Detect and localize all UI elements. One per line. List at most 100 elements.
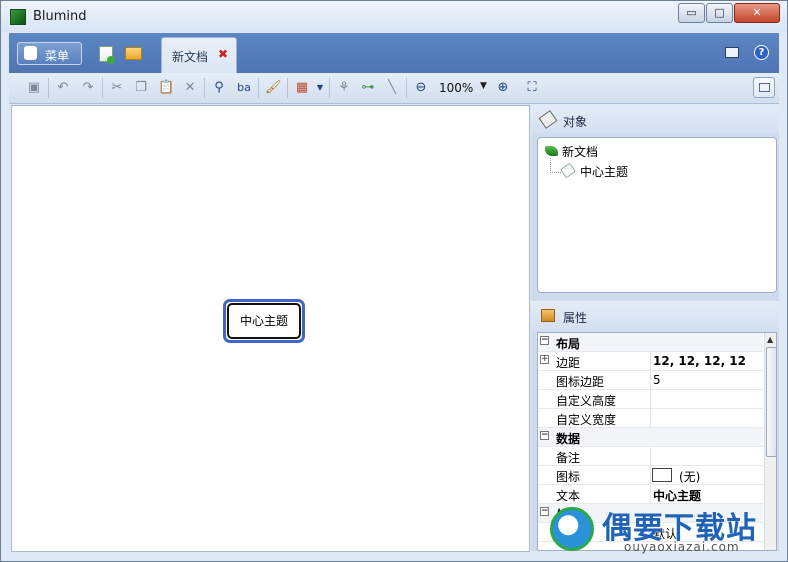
copy-icon[interactable]: ❐ <box>133 80 149 96</box>
panel-toggle-button[interactable] <box>753 77 775 98</box>
column-divider <box>650 485 651 504</box>
property-group-label: 布局 <box>556 337 581 351</box>
line-icon[interactable]: ╲ <box>384 80 400 96</box>
zoom-level[interactable]: 100% <box>439 81 473 95</box>
layout-dropdown-icon[interactable]: ▼ <box>312 80 328 96</box>
help-icon[interactable]: ? <box>754 45 769 60</box>
scroll-up-icon[interactable]: ▲ <box>767 335 773 344</box>
icon-preview-swatch <box>652 468 672 482</box>
new-document-icon[interactable] <box>99 46 115 64</box>
mindmap-canvas[interactable]: 中心主题 <box>11 105 530 552</box>
watermark-subtitle: ouyaoxiazai.com <box>624 540 740 554</box>
save-icon[interactable]: ▣ <box>26 80 42 96</box>
scroll-thumb[interactable] <box>766 347 776 457</box>
site-watermark: 偶要下载站 ouyaoxiazai.com <box>540 505 780 561</box>
property-row[interactable]: + 边距 12, 12, 12, 12 <box>538 352 763 371</box>
main-menu-button[interactable]: 菜单 <box>17 42 82 65</box>
leaf-icon <box>545 146 558 156</box>
undo-icon[interactable]: ↶ <box>55 80 71 96</box>
replace-icon[interactable]: ba <box>236 80 252 96</box>
tab-label: 新文档 <box>172 50 209 64</box>
property-row[interactable]: 自定义宽度 <box>538 409 763 428</box>
open-folder-icon[interactable] <box>125 47 142 60</box>
tree-child-item[interactable]: 中心主题 <box>580 163 628 180</box>
tab-close-icon[interactable]: ✖ <box>218 47 228 61</box>
collapse-icon[interactable]: − <box>540 431 549 440</box>
watermark-logo-icon <box>550 507 594 551</box>
blumind-app-icon <box>10 9 26 25</box>
property-row[interactable]: 备注 <box>538 447 763 466</box>
column-divider <box>650 409 651 428</box>
property-name: 自定义宽度 <box>556 413 617 427</box>
property-row[interactable]: 图标边距 5 <box>538 371 763 390</box>
menu-label: 菜单 <box>45 49 70 63</box>
objects-tree: 新文档 中心主题 <box>537 137 777 293</box>
property-name: 自定义高度 <box>556 394 617 408</box>
expand-icon[interactable]: + <box>540 355 549 364</box>
toolbar-separator <box>406 78 407 98</box>
column-divider <box>650 390 651 409</box>
properties-panel-title: 属性 <box>563 311 588 325</box>
column-divider <box>650 371 651 390</box>
toolbar-separator <box>258 78 259 98</box>
property-value[interactable]: 5 <box>653 373 661 387</box>
property-row[interactable]: 图标 (无) <box>538 466 763 485</box>
properties-icon <box>541 309 555 322</box>
window-title: Blumind <box>33 9 87 24</box>
panel-icon <box>759 83 770 92</box>
tab-strip: 菜单 新文档 ✖ ? <box>9 33 779 73</box>
side-panel: 对象 新文档 中心主题 属性 − 布局 + 边距 12, 12, 12, 12 <box>531 105 779 551</box>
topic-icon <box>559 162 577 179</box>
properties-panel-header: 属性 <box>531 301 779 331</box>
toolbar-separator <box>102 78 103 98</box>
layout-grid-icon[interactable]: ▦ <box>294 80 310 96</box>
fit-icon[interactable]: ⛶ <box>524 80 540 96</box>
app-window: Blumind ▭ □ ✕ 菜单 新文档 ✖ ? ▣ ↶ ↷ ✂ ❐ 📋 ✕ ⚲… <box>0 0 788 562</box>
property-group-data[interactable]: − 数据 <box>538 428 763 447</box>
objects-panel-title: 对象 <box>563 115 588 129</box>
objects-icon <box>538 110 558 129</box>
property-name: 文本 <box>556 489 581 503</box>
property-value[interactable]: 中心主题 <box>653 487 701 504</box>
property-row[interactable]: 自定义高度 <box>538 390 763 409</box>
zoom-in-icon[interactable]: ⊕ <box>495 80 511 96</box>
property-value[interactable]: 12, 12, 12, 12 <box>653 354 746 368</box>
property-name: 图标 <box>556 470 581 484</box>
central-topic-label: 中心主题 <box>227 303 301 339</box>
property-value[interactable]: (无) <box>679 468 700 485</box>
toolbar: ▣ ↶ ↷ ✂ ❐ 📋 ✕ ⚲ ba 🖌 ▦ ▼ ⚘ ⊶ ╲ ⊖ 100% ▼ … <box>9 73 779 104</box>
find-icon[interactable]: ⚲ <box>211 80 227 96</box>
objects-panel-header: 对象 <box>531 105 779 135</box>
property-name: 图标边距 <box>556 375 605 389</box>
tree-connector <box>550 158 561 173</box>
format-painter-icon[interactable]: 🖌 <box>265 80 282 96</box>
property-group-layout[interactable]: − 布局 <box>538 333 763 352</box>
toolbar-separator <box>287 78 288 98</box>
layout-icon[interactable] <box>725 47 739 58</box>
redo-icon[interactable]: ↷ <box>80 80 96 96</box>
column-divider <box>650 466 651 485</box>
property-name: 备注 <box>556 451 581 465</box>
minimize-button[interactable]: ▭ <box>678 3 705 23</box>
tab-new-document[interactable]: 新文档 ✖ <box>161 37 237 73</box>
menu-icon <box>24 46 37 60</box>
zoom-dropdown-icon[interactable]: ▼ <box>480 81 487 91</box>
property-group-label: 数据 <box>556 432 581 446</box>
zoom-out-icon[interactable]: ⊖ <box>413 80 429 96</box>
cut-icon[interactable]: ✂ <box>109 80 125 96</box>
tree-root-item[interactable]: 新文档 <box>562 143 598 160</box>
property-row[interactable]: 文本 中心主题 <box>538 485 763 504</box>
toolbar-separator <box>329 78 330 98</box>
maximize-button[interactable]: □ <box>706 3 733 23</box>
add-link-icon[interactable]: ⊶ <box>360 80 376 96</box>
central-topic-node[interactable]: 中心主题 <box>223 299 305 343</box>
toolbar-separator <box>48 78 49 98</box>
paste-icon[interactable]: 📋 <box>158 80 174 96</box>
toolbar-separator <box>204 78 205 98</box>
add-topic-icon[interactable]: ⚘ <box>336 80 352 96</box>
collapse-icon[interactable]: − <box>540 336 549 345</box>
close-window-button[interactable]: ✕ <box>734 3 780 23</box>
title-bar: Blumind ▭ □ ✕ <box>1 1 787 32</box>
column-divider <box>650 447 651 466</box>
delete-icon[interactable]: ✕ <box>182 80 198 96</box>
